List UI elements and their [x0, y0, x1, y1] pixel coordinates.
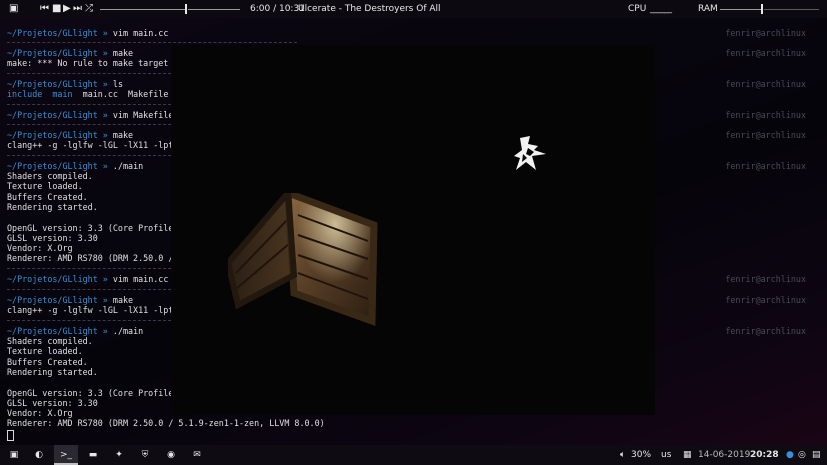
- logo-icon: [514, 136, 546, 170]
- prompt-host: fenrir@archlinux: [725, 295, 806, 305]
- prompt-path: ~/Projetos/GLlight: [7, 130, 98, 140]
- previous-icon[interactable]: ⏮: [40, 3, 49, 15]
- prompt-command: ./main: [112, 326, 144, 336]
- prompt-command: make: [112, 295, 134, 305]
- seek-knob[interactable]: [185, 4, 187, 14]
- terminal-icon[interactable]: >_: [54, 445, 78, 465]
- prompt-path: ~/Projetos/GLlight: [7, 28, 98, 38]
- ram-bar-used: [720, 9, 762, 10]
- prompt-host: fenrir@archlinux: [725, 130, 806, 140]
- date: 14-06-2019: [698, 450, 751, 460]
- discord-icon[interactable]: ◉: [160, 445, 182, 465]
- prompt-path: ~/Projetos/GLlight: [7, 48, 98, 58]
- steam-icon[interactable]: ◎: [798, 445, 806, 465]
- calendar-icon: ▦: [683, 450, 692, 460]
- shuffle-icon[interactable]: ⤮: [85, 3, 93, 15]
- ls-dir: include: [7, 89, 43, 99]
- prompt-command: make: [112, 130, 134, 140]
- keyboard-layout[interactable]: us: [661, 445, 671, 465]
- ls-file: main.cc: [82, 89, 118, 99]
- prompt-path: ~/Projetos/GLlight: [7, 274, 98, 284]
- prompt-path: ~/Projetos/GLlight: [7, 161, 98, 171]
- prompt-line: ~/Projetos/GLlight » vim main.cc fenrir@a…: [7, 28, 806, 38]
- ram-knob: [761, 4, 763, 14]
- prompt-host: fenrir@archlinux: [725, 110, 806, 120]
- prompt-host: fenrir@archlinux: [725, 28, 806, 38]
- network-icon[interactable]: ●: [786, 445, 794, 465]
- volume-level: 30%: [631, 450, 652, 460]
- play-pause-icon[interactable]: ▶: [63, 3, 71, 15]
- ram-label: RAM: [698, 4, 718, 14]
- volume-icon[interactable]: 🔈︎: [620, 445, 625, 465]
- chat-icon[interactable]: ✉: [186, 445, 208, 465]
- cpu-graph: ______: [650, 4, 672, 14]
- app-menu-icon[interactable]: ▣: [9, 3, 18, 15]
- output-line: Renderer: AMD RS780 (DRM 2.50.0 / 5.1.9-…: [7, 418, 325, 429]
- prompt-host: fenrir@archlinux: [725, 326, 806, 336]
- prompt-path: ~/Projetos/GLlight: [7, 79, 98, 89]
- separator: [7, 42, 297, 43]
- prompt-host: fenrir@archlinux: [725, 79, 806, 89]
- taskbar: ▣ ◐ >_ ▬ ✦ ⛨ ◉ ✉ 🔈︎ 30% us ▦ 14-06-2019 …: [0, 445, 827, 465]
- browser-icon[interactable]: ◐: [28, 445, 50, 465]
- prompt-command: vim main.cc: [112, 274, 169, 284]
- ls-file: Makefile: [128, 89, 169, 99]
- seek-bar-right[interactable]: [188, 9, 240, 10]
- clock: 20:28: [750, 450, 779, 460]
- prompt-command: ls: [112, 79, 123, 89]
- prompt-host: fenrir@archlinux: [725, 48, 806, 58]
- track-title: Ulcerate - The Destroyers Of All: [298, 4, 441, 14]
- prompt-host: fenrir@archlinux: [725, 161, 806, 171]
- shield-icon[interactable]: ⛨: [134, 445, 156, 465]
- prompt-command: vim Makefile: [112, 110, 174, 120]
- files-icon[interactable]: ▬: [82, 445, 104, 465]
- settings-icon[interactable]: ▤: [812, 445, 821, 465]
- ls-dir: main: [52, 89, 73, 99]
- terminal-cursor: [7, 430, 14, 441]
- prompt-host: fenrir@archlinux: [725, 274, 806, 284]
- prompt-path: ~/Projetos/GLlight: [7, 326, 98, 336]
- wooden-crate: [228, 193, 378, 326]
- seek-bar-left[interactable]: [100, 9, 186, 10]
- track-time: 6:00 / 10:31: [250, 4, 305, 14]
- prompt-path: ~/Projetos/GLlight: [7, 295, 98, 305]
- stop-icon[interactable]: ■: [52, 3, 61, 15]
- cpu-label: CPU: [628, 4, 647, 14]
- prompt-command: vim main.cc: [112, 28, 169, 38]
- next-icon[interactable]: ⏭: [73, 3, 82, 15]
- ram-bar-free: [764, 9, 819, 10]
- top-bar: ▣ ⏮ ■ ▶ ⏭ ⤮ 6:00 / 10:31 Ulcerate - The …: [0, 0, 827, 18]
- games-icon[interactable]: ✦: [108, 445, 130, 465]
- prompt-command: make: [112, 48, 134, 58]
- prompt-path: ~/Projetos/GLlight: [7, 110, 98, 120]
- prompt-command: ./main: [112, 161, 144, 171]
- launcher-icon[interactable]: ▣: [4, 445, 24, 465]
